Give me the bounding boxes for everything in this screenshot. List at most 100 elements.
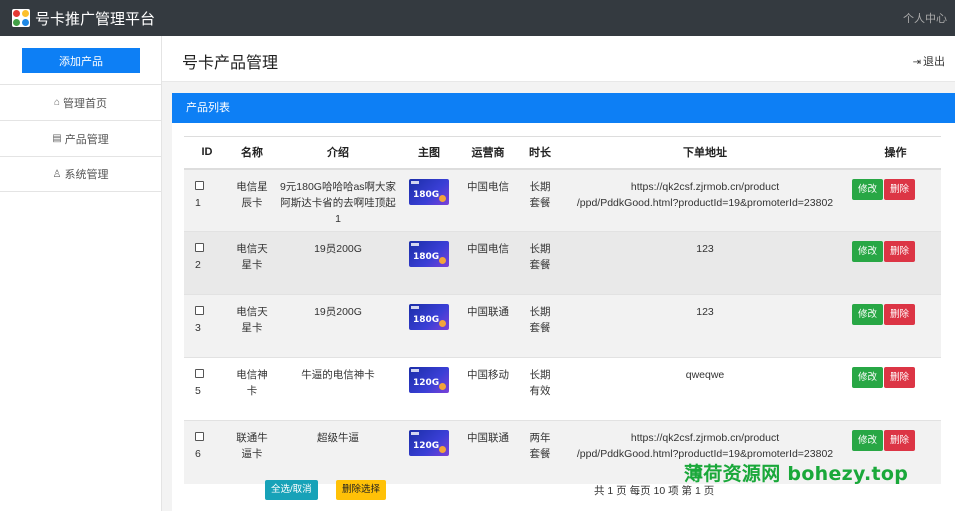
thumbnail-text: 180G bbox=[413, 189, 440, 200]
edit-button[interactable]: 修改 bbox=[852, 430, 884, 451]
product-thumbnail: 120G bbox=[409, 430, 449, 456]
panel-title: 产品列表 bbox=[172, 93, 955, 123]
logout-link[interactable]: ⇥ 退出 bbox=[913, 53, 945, 69]
image-cell: 180G bbox=[402, 168, 456, 232]
sidebar-item-dashboard[interactable]: ⌂ 管理首页 bbox=[0, 84, 161, 120]
delete-button[interactable]: 删除 bbox=[884, 241, 916, 262]
carrier-cell: 中国联通 bbox=[456, 294, 520, 358]
carrier-cell: 中国电信 bbox=[456, 168, 520, 232]
order-url-cell: 123 bbox=[560, 294, 850, 358]
row-checkbox[interactable] bbox=[195, 180, 204, 190]
sidebar-item-label: 系统管理 bbox=[64, 169, 109, 181]
image-cell: 180G bbox=[402, 231, 456, 295]
document-icon: ▤ bbox=[52, 133, 62, 144]
intro-cell: 19员200G bbox=[274, 231, 402, 295]
col-intro: 介绍 bbox=[274, 136, 402, 170]
carrier-cell: 中国联通 bbox=[456, 420, 520, 484]
duration-cell: 长期套餐 bbox=[520, 231, 560, 295]
col-actions: 操作 bbox=[850, 136, 941, 170]
id-cell: 6 bbox=[184, 420, 230, 484]
image-cell: 120G bbox=[402, 420, 456, 484]
product-table: ID 名称 介绍 主图 运营商 时长 下单地址 操作 1 电信星辰卡 9元180G哈… bbox=[184, 136, 941, 484]
delete-button[interactable]: 删除 bbox=[884, 367, 916, 388]
row-id: 5 bbox=[195, 385, 201, 397]
row-checkbox[interactable] bbox=[195, 243, 204, 252]
name-cell: 电信天星卡 bbox=[230, 294, 274, 358]
delete-button[interactable]: 删除 bbox=[884, 304, 916, 325]
intro-cell: 超级牛逼 bbox=[274, 420, 402, 484]
brand[interactable]: 号卡推广管理平台 bbox=[12, 8, 155, 29]
intro-cell: 牛逼的电信神卡 bbox=[301, 369, 375, 381]
page-title: 号卡产品管理 bbox=[182, 55, 279, 72]
id-cell: 5 bbox=[184, 358, 230, 421]
app-logo-icon bbox=[12, 9, 30, 27]
app-title: 号卡推广管理平台 bbox=[35, 10, 156, 28]
actions-cell: 修改 删除 bbox=[850, 294, 941, 358]
id-cell: 1 bbox=[184, 168, 230, 232]
home-icon: ⌂ bbox=[53, 97, 61, 108]
product-thumbnail: 180G bbox=[409, 178, 449, 205]
delete-selected-button[interactable]: 删除选择 bbox=[336, 480, 387, 500]
product-thumbnail: 180G bbox=[409, 304, 449, 330]
duration-cell: 两年套餐 bbox=[520, 420, 560, 484]
col-name: 名称 bbox=[230, 136, 274, 170]
col-id: ID bbox=[184, 136, 230, 170]
image-cell: 180G bbox=[402, 294, 456, 358]
id-cell: 2 bbox=[184, 231, 230, 295]
product-list-panel: 产品列表 ID 名称 介绍 主图 运营商 时长 下单地址 操作 1 电信星辰卡 9元… bbox=[172, 93, 955, 511]
top-navbar: 号卡推广管理平台 个人中心 bbox=[0, 0, 955, 36]
row-checkbox[interactable] bbox=[195, 369, 204, 378]
delete-button[interactable]: 删除 bbox=[884, 430, 916, 451]
table-row: 1 电信星辰卡 9元180G哈哈哈as啊大家阿斯达卡省的去啊哇顶起1 180G 中国电信… bbox=[184, 168, 941, 232]
edit-button[interactable]: 修改 bbox=[852, 178, 884, 200]
table-header-row: ID 名称 介绍 主图 运营商 时长 下单地址 操作 bbox=[184, 136, 941, 170]
row-checkbox[interactable] bbox=[195, 306, 204, 315]
col-image: 主图 bbox=[402, 136, 456, 170]
delete-button[interactable]: 删除 bbox=[884, 178, 916, 200]
sidebar-item-label: 管理首页 bbox=[63, 97, 108, 110]
logout-label: 退出 bbox=[923, 56, 945, 68]
image-cell: 120G bbox=[402, 358, 456, 421]
row-id: 3 bbox=[195, 322, 201, 334]
select-all-button[interactable]: 全选/取消 bbox=[265, 480, 318, 500]
user-center-link[interactable]: 个人中心 bbox=[903, 10, 947, 26]
col-carrier: 运营商 bbox=[456, 136, 520, 170]
sidebar-item-products[interactable]: ▤ 产品管理 bbox=[0, 120, 161, 156]
edit-button[interactable]: 修改 bbox=[852, 367, 884, 388]
actions-cell: 修改 删除 bbox=[850, 231, 941, 295]
name-cell: 电信天星卡 bbox=[230, 231, 274, 295]
thumbnail-text: 180G bbox=[413, 252, 440, 262]
page-header: 号卡产品管理 ⇥ 退出 bbox=[162, 36, 955, 82]
actions-cell: 修改 删除 bbox=[850, 358, 941, 421]
actions-cell: 修改 删除 bbox=[850, 168, 941, 232]
edit-button[interactable]: 修改 bbox=[852, 241, 884, 262]
logout-icon: ⇥ bbox=[912, 57, 921, 68]
row-id: 1 bbox=[195, 196, 201, 209]
carrier-cell: 中国电信 bbox=[456, 231, 520, 295]
main-content: 号卡产品管理 ⇥ 退出 产品列表 ID 名称 介绍 主图 运营商 时长 下单地址 … bbox=[162, 36, 955, 511]
add-product-button[interactable]: 添加产品 bbox=[22, 48, 140, 73]
thumbnail-text: 120G bbox=[413, 441, 440, 451]
name-cell: 联通牛逼卡 bbox=[230, 420, 274, 484]
thumbnail-text: 180G bbox=[413, 315, 440, 325]
sidebar: 添加产品 ⌂ 管理首页 ▤ 产品管理 ♙ 系统管理 bbox=[0, 36, 162, 511]
sidebar-menu: ⌂ 管理首页 ▤ 产品管理 ♙ 系统管理 bbox=[0, 84, 161, 192]
order-url-cell: https://qk2csf.zjrmob.cn/product/ppd/Pdd… bbox=[560, 168, 850, 232]
sidebar-item-label: 产品管理 bbox=[64, 133, 109, 146]
name-cell: 电信星辰卡 bbox=[230, 168, 274, 232]
id-cell: 3 bbox=[184, 294, 230, 358]
col-order-url: 下单地址 bbox=[560, 136, 850, 170]
thumbnail-text: 120G bbox=[413, 378, 440, 388]
row-id: 2 bbox=[195, 259, 201, 271]
edit-button[interactable]: 修改 bbox=[852, 304, 884, 325]
order-url-cell: 123 bbox=[560, 231, 850, 295]
product-thumbnail: 180G bbox=[409, 241, 449, 267]
watermark: 薄荷资源网 bohezy.top bbox=[684, 463, 909, 485]
sidebar-item-system[interactable]: ♙ 系统管理 bbox=[0, 156, 161, 192]
order-url-cell: qweqwe bbox=[685, 369, 725, 381]
col-duration: 时长 bbox=[520, 136, 560, 170]
product-thumbnail: 120G bbox=[409, 367, 449, 393]
table-row: 3 电信天星卡 19员200G 180G 中国联通 长期套餐 123 修改 删除 bbox=[184, 294, 941, 358]
row-checkbox[interactable] bbox=[195, 432, 204, 441]
row-id: 6 bbox=[195, 448, 201, 460]
